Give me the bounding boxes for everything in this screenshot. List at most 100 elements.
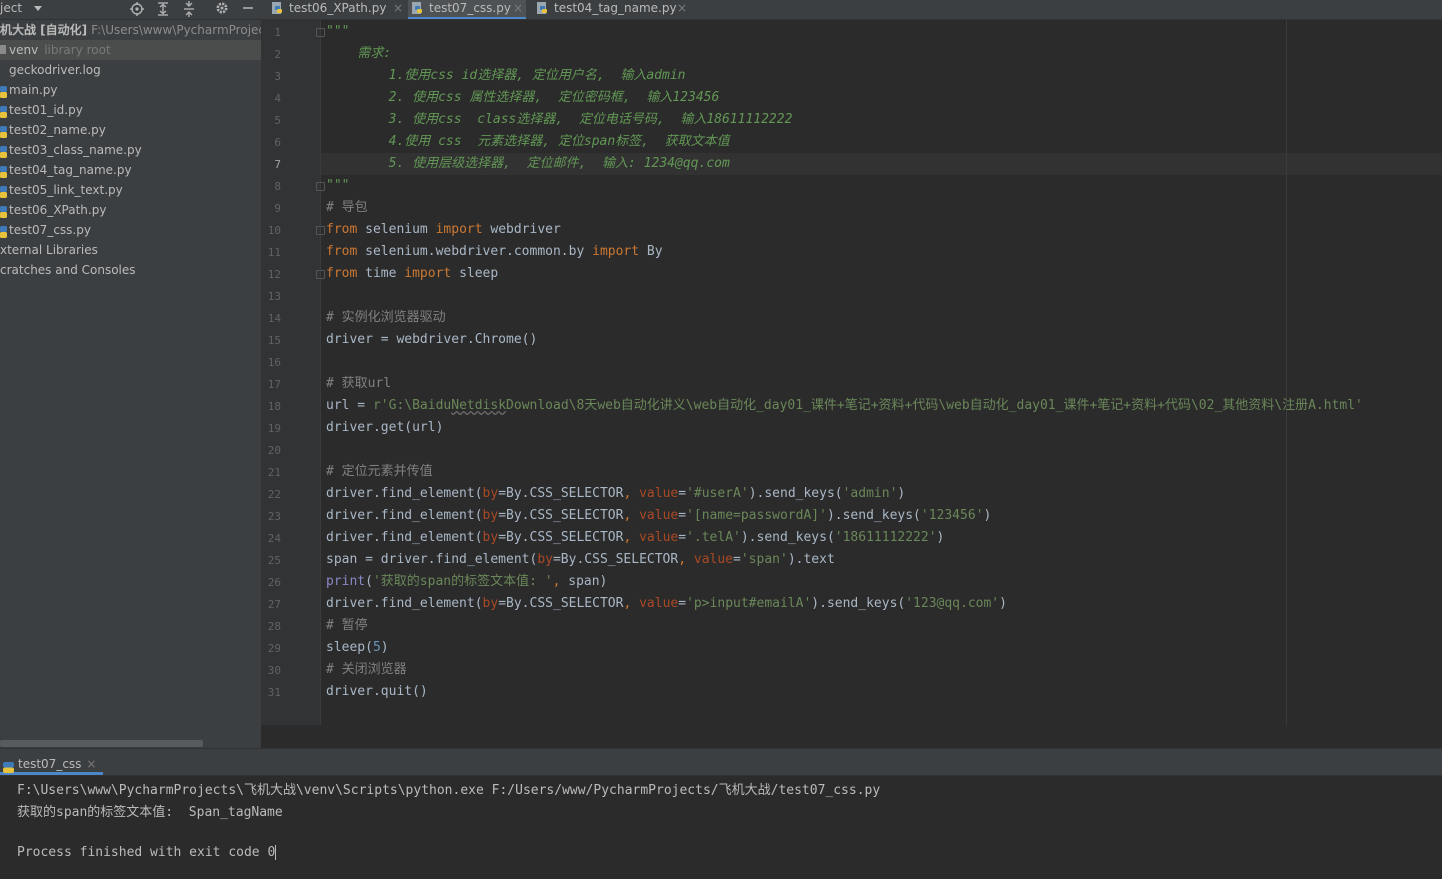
console-text: Process finished with exit code 0 <box>17 845 276 860</box>
tree-item[interactable]: test01_id.py <box>0 100 261 120</box>
code-line: driver.find_element(by=By.CSS_SELECTOR, … <box>326 483 905 505</box>
line-number-gutter: 1 2 3 4 5 6 7 8 9 10 11 12 13 14 15 16 17 18 19 20 21 22 23 24 2… <box>261 20 321 748</box>
run-tab-bar: test07_css × <box>0 749 1442 776</box>
line-number: 10 <box>267 224 281 237</box>
code-token: 5. 使用层级选择器, 定位邮件, 输入: 1234@qq.com <box>326 156 730 171</box>
tree-item[interactable]: cratches and Consoles <box>0 260 261 280</box>
code-token: =By.CSS_SELECTOR <box>498 508 624 523</box>
code-token: ) <box>897 486 906 501</box>
line-number: 4 <box>274 92 281 105</box>
line-number: 12 <box>267 268 281 281</box>
tree-item-label: geckodriver.log <box>9 63 101 77</box>
tree-item[interactable]: xternal Libraries <box>0 240 261 260</box>
line-number: 24 <box>267 532 281 545</box>
gear-icon[interactable] <box>214 0 230 18</box>
code-token: """ <box>326 178 350 193</box>
line-number: 28 <box>267 620 281 633</box>
text-cursor <box>275 845 277 860</box>
crosshair-icon[interactable] <box>129 0 145 18</box>
tab-label: test06_XPath.py <box>289 1 387 15</box>
close-icon[interactable]: × <box>86 753 96 775</box>
library-root-hint: library root <box>44 43 111 57</box>
code-token: driver.find_element( <box>326 508 483 523</box>
python-file-icon <box>0 104 7 118</box>
chevron-down-icon[interactable] <box>34 6 42 11</box>
project-horizontal-scrollbar[interactable] <box>0 740 203 747</box>
code-line: from selenium import webdriver <box>326 219 561 241</box>
fold-marker-icon[interactable] <box>316 226 325 235</box>
code-line: from selenium.webdriver.common.by import… <box>326 241 663 263</box>
code-token: value <box>639 530 679 545</box>
expand-all-icon[interactable] <box>155 0 171 18</box>
tree-item[interactable]: test05_link_text.py <box>0 180 261 200</box>
code-token: by <box>482 530 499 545</box>
code-token: sleep <box>451 266 499 281</box>
minimize-icon[interactable] <box>240 0 256 18</box>
line-number: 22 <box>267 488 281 501</box>
code-token: '[name=passwordA]' <box>686 508 827 523</box>
code-token: # 导包 <box>326 200 368 215</box>
code-line: 5. 使用层级选择器, 定位邮件, 输入: 1234@qq.com <box>326 153 730 175</box>
line-number: 15 <box>267 334 281 347</box>
code-line: # 获取url <box>326 373 391 395</box>
code-line: """ <box>326 21 349 43</box>
code-token: '#userA' <box>686 486 749 501</box>
code-token: url = <box>326 398 373 413</box>
python-file-icon <box>0 164 7 178</box>
code-token: value <box>639 486 679 501</box>
tab-test06-xpath[interactable]: test06_XPath.py × <box>268 0 403 19</box>
code-editor[interactable]: 1 2 3 4 5 6 7 8 9 10 11 12 13 14 15 16 17 18 19 20 21 22 23 24 2… <box>261 20 1442 748</box>
tree-item-label: test05_link_text.py <box>9 183 123 197</box>
run-tab-test07-css[interactable]: test07_css × <box>0 753 104 775</box>
tree-item-name: venv <box>9 43 39 57</box>
code-token: # 实例化浏览器驱动 <box>326 310 446 325</box>
close-icon[interactable]: × <box>513 0 523 17</box>
fold-marker-icon[interactable] <box>316 182 325 191</box>
tree-item[interactable]: test06_XPath.py <box>0 200 261 220</box>
tree-item[interactable]: test02_name.py <box>0 120 261 140</box>
collapse-all-icon[interactable] <box>181 0 197 18</box>
code-token: ).send_keys( <box>826 508 921 523</box>
project-view-selector[interactable]: ject <box>0 1 22 15</box>
code-token: print <box>326 574 366 589</box>
fold-marker-icon[interactable] <box>316 270 325 279</box>
editor-bottom-strip <box>261 725 1442 748</box>
tree-item[interactable]: main.py <box>0 80 261 100</box>
code-line: # 关闭浏览器 <box>326 659 407 681</box>
code-token: driver.find_element( <box>326 486 483 501</box>
code-token: = <box>678 596 687 611</box>
code-token: , <box>552 574 569 589</box>
code-token: from <box>326 266 358 281</box>
tree-item[interactable]: venv library root <box>0 40 261 60</box>
code-token: 需求: <box>326 46 392 61</box>
tab-test04-tag-name[interactable]: test04_tag_name.py × <box>533 0 693 19</box>
code-token: ).send_keys( <box>748 486 843 501</box>
code-line: 1.使用css id选择器, 定位用户名, 输入admin <box>326 65 686 87</box>
code-token: 1.使用css id选择器, 定位用户名, 输入admin <box>326 68 686 83</box>
close-icon[interactable]: × <box>677 0 687 17</box>
code-token: value <box>639 508 679 523</box>
tree-item[interactable]: test07_css.py <box>0 220 261 240</box>
project-root-row[interactable]: 机大战 [自动化] F:\Users\www\PycharmProjec <box>0 20 261 40</box>
code-line: span = driver.find_element(by=By.CSS_SEL… <box>326 549 835 571</box>
code-token: driver.quit() <box>326 684 428 699</box>
code-token: sleep( <box>326 640 373 655</box>
folder-icon <box>0 45 6 54</box>
tree-item-label: test03_class_name.py <box>9 143 142 157</box>
tab-test07-css[interactable]: test07_css.py × <box>408 0 526 19</box>
fold-marker-icon[interactable] <box>316 28 325 37</box>
line-number: 16 <box>267 356 281 369</box>
code-token: # 获取url <box>326 376 392 391</box>
code-token: ( <box>365 574 373 589</box>
tree-item[interactable]: test03_class_name.py <box>0 140 261 160</box>
code-token: = <box>678 508 687 523</box>
close-icon[interactable]: × <box>393 0 403 17</box>
code-token: '获取的span的标签文本值: ' <box>372 574 553 589</box>
code-line: driver.find_element(by=By.CSS_SELECTOR, … <box>326 593 1007 615</box>
code-token: 4.使用 css 元素选择器, 定位span标签, 获取文本值 <box>326 134 730 149</box>
line-number: 7 <box>274 158 281 171</box>
tree-item[interactable]: test04_tag_name.py <box>0 160 261 180</box>
code-line: driver.get(url) <box>326 417 443 439</box>
tree-item[interactable]: geckodriver.log <box>0 60 261 80</box>
code-line: driver.quit() <box>326 681 428 703</box>
